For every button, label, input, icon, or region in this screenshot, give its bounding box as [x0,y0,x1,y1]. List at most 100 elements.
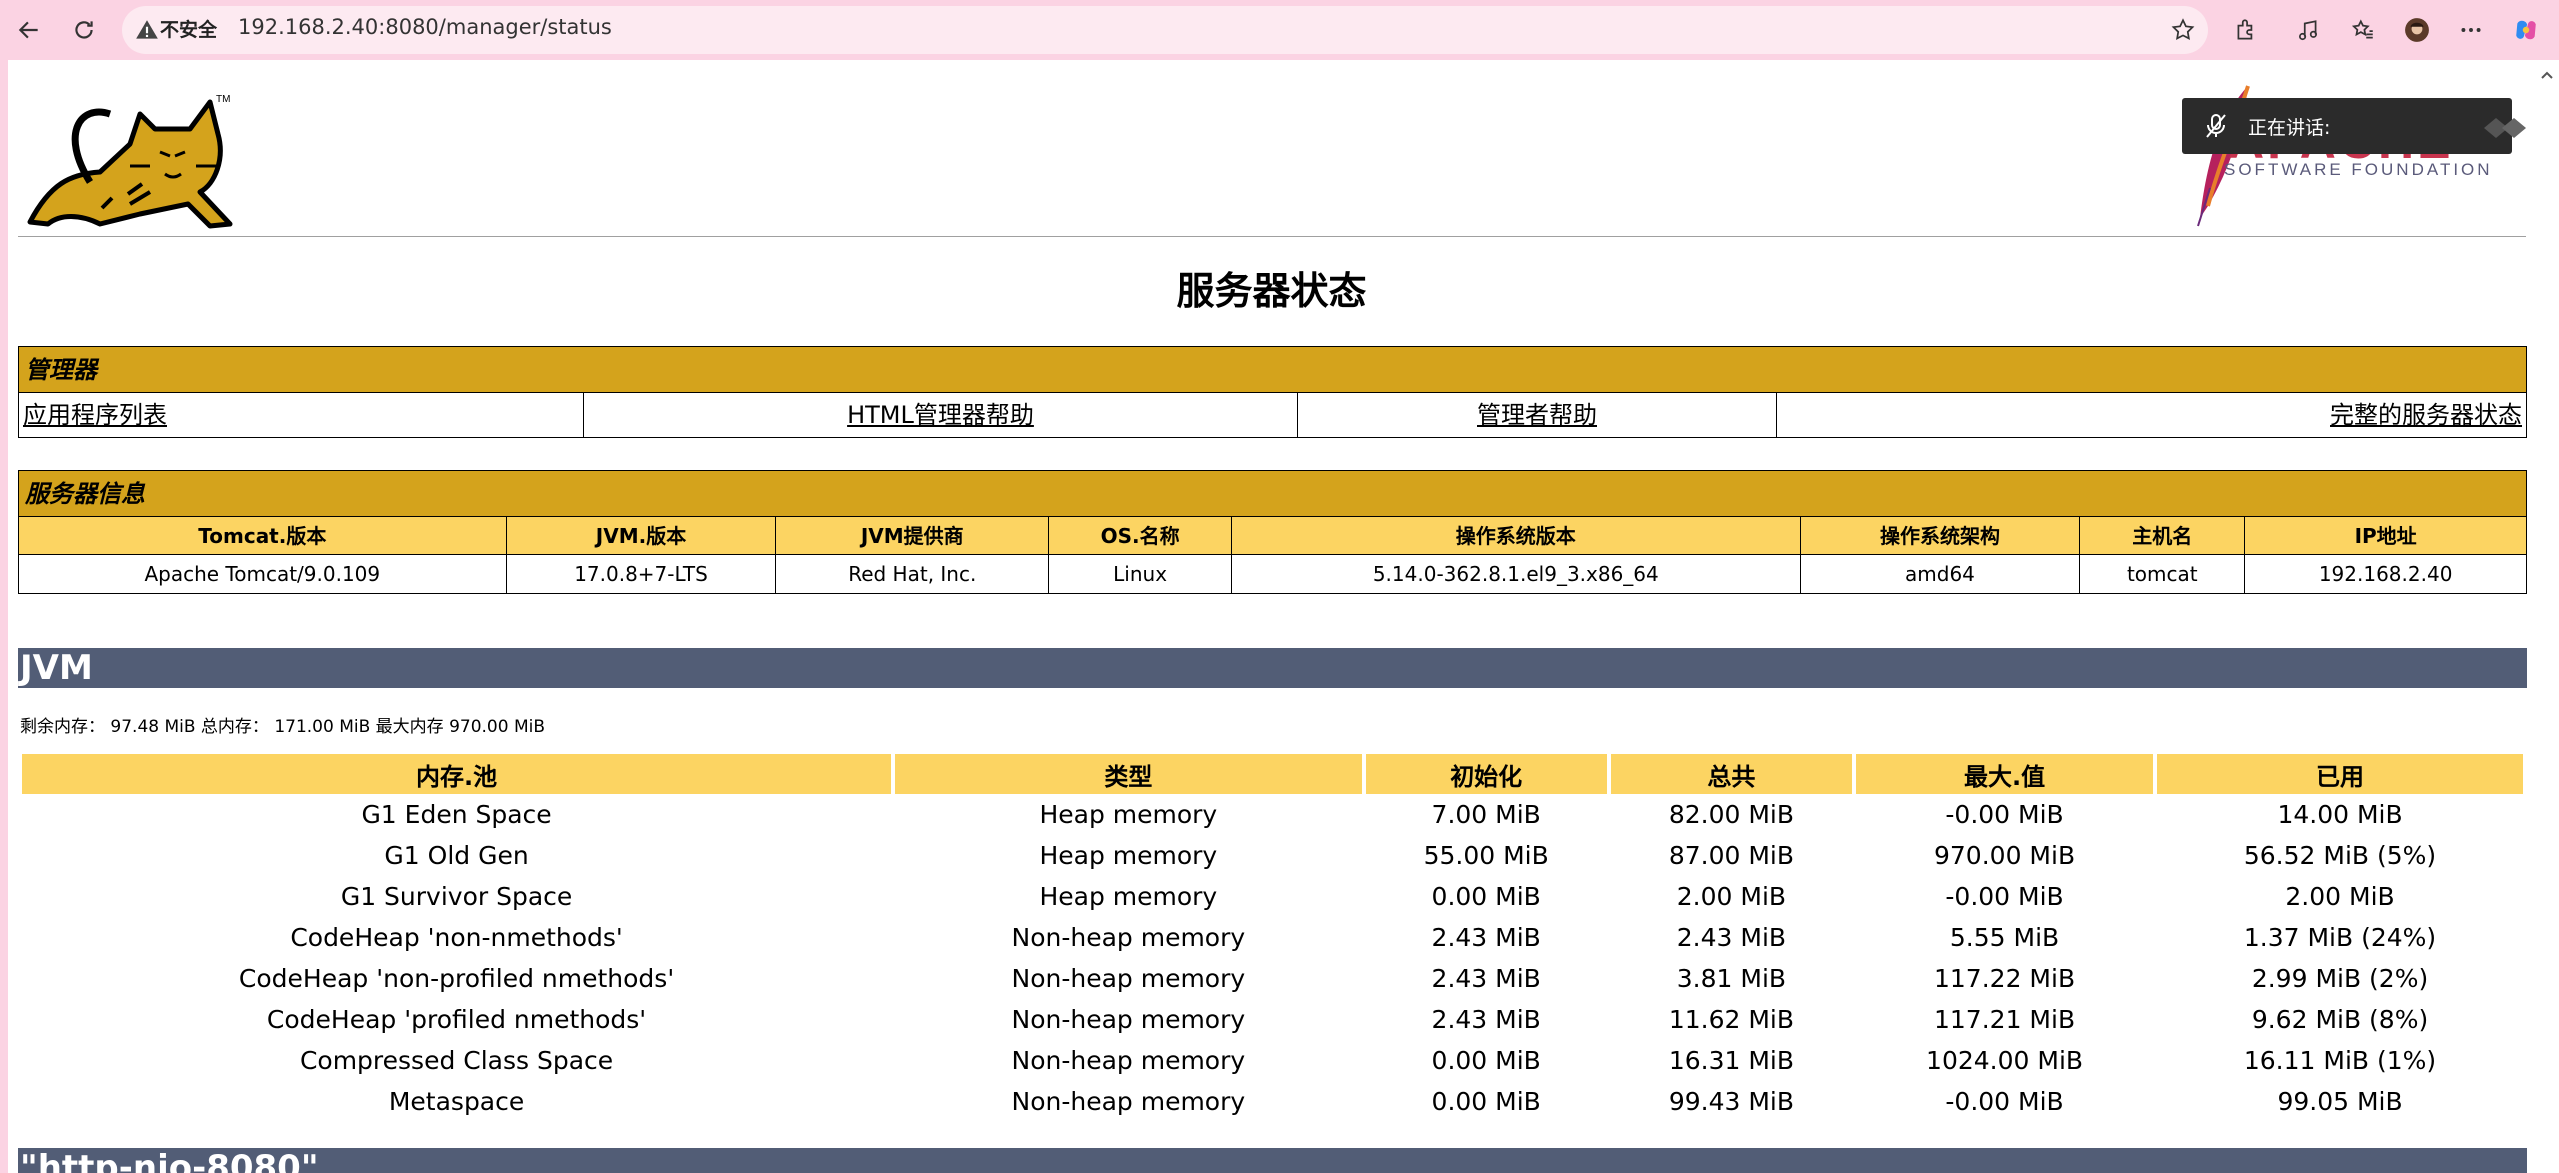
scrollbar[interactable] [2535,60,2559,1173]
jvm-heading: JVM [18,648,2527,688]
pool-used: 16.11 MiB (1%) [2243,1046,2437,1075]
pool-total: 2.00 MiB [1676,882,1787,911]
val-jvm-version: 17.0.8+7-LTS [507,555,777,593]
pool-max: 970.00 MiB [1934,841,2076,870]
val-os-arch: amd64 [1801,555,2081,593]
pool-max: 1024.00 MiB [1926,1046,2084,1075]
back-button[interactable] [8,9,50,51]
val-os-name: Linux [1049,555,1233,593]
manager-link-cell-1: HTML管理器帮助 [584,393,1298,437]
manager-heading: 管理器 [19,347,2526,393]
copilot-button[interactable] [2505,9,2547,51]
pool-name: CodeHeap 'non-profiled nmethods' [238,964,675,993]
link-html-manager-help[interactable]: HTML管理器帮助 [847,401,1034,429]
pool-name: G1 Old Gen [384,841,529,870]
warning-icon[interactable] [134,17,160,43]
pool-initial: 55.00 MiB [1423,841,1549,870]
pool-initial: 0.00 MiB [1431,882,1541,911]
val-jvm-vendor: Red Hat, Inc. [776,555,1050,593]
col-tomcat-version: Tomcat.版本 [19,517,507,555]
manager-link-cell-2: 管理者帮助 [1298,393,1777,437]
speaking-label: 正在讲话: [2248,117,2331,139]
pool-type: Non-heap memory [1011,923,1246,952]
col-ip-address: IP地址 [2245,517,2527,555]
col-maximum: 最大.值 [1856,754,2154,794]
pool-initial: 2.43 MiB [1431,1005,1541,1034]
favorites-button[interactable] [2342,9,2384,51]
pool-max: 117.22 MiB [1934,964,2076,993]
pool-type: Non-heap memory [1011,964,1246,993]
profile-button[interactable] [2396,9,2438,51]
favorite-button[interactable] [2162,9,2204,51]
val-tomcat-version: Apache Tomcat/9.0.109 [19,555,507,593]
col-type: 类型 [895,754,1362,794]
manager-link-cell-3: 完整的服务器状态 [1777,393,2526,437]
col-hostname: 主机名 [2080,517,2246,555]
pool-max: -0.00 MiB [1945,800,2064,829]
pool-total: 3.81 MiB [1676,964,1787,993]
val-hostname: tomcat [2080,555,2246,593]
favorites-icon [2351,19,2373,39]
music-icon [2299,20,2317,41]
pool-name: Metaspace [388,1087,525,1116]
link-app-list[interactable]: 应用程序列表 [23,401,167,429]
memory-summary: 剩余内存： 97.48 MiB 总内存： 171.00 MiB 最大内存 970… [20,717,546,737]
page-title: 服务器状态 [1176,269,1367,313]
puzzle-icon [2237,19,2253,40]
link-complete-server-status[interactable]: 完整的服务器状态 [2330,401,2522,429]
link-manager-help[interactable]: 管理者帮助 [1477,401,1597,429]
pool-type: Heap memory [1039,882,1218,911]
insecure-label[interactable]: 不安全 [160,15,217,42]
pool-total: 82.00 MiB [1668,800,1794,829]
col-os-version: 操作系统版本 [1232,517,1801,555]
val-ip-address: 192.168.2.40 [2318,562,2453,586]
star-icon [2171,18,2195,41]
col-memory-pool: 内存.池 [22,754,892,794]
pool-initial: 0.00 MiB [1431,1087,1541,1116]
tomcat-logo: TM [27,94,233,229]
pool-type: Non-heap memory [1011,1046,1246,1075]
pool-name: CodeHeap 'non-nmethods' [290,923,623,952]
pool-initial: 2.43 MiB [1431,923,1541,952]
memory-pool-table: 内存.池 类型 初始化 总共 最大.值 已用 G1 Eden Space Hea… [18,754,2527,1122]
col-os-name: OS.名称 [1049,517,1233,555]
manager-link-cell-0: 应用程序列表 [19,393,584,437]
audio-level-icon [2484,118,2526,138]
table-row: G1 Old Gen Heap memory 55.00 MiB 87.00 M… [22,835,2523,876]
browser-toolbar: 不安全 192.168.2.40:8080/manager/status [0,0,2559,60]
table-row: Metaspace Non-heap memory 0.00 MiB 99.43… [22,1081,2523,1122]
pool-total: 87.00 MiB [1668,841,1794,870]
pool-name: G1 Survivor Space [340,882,573,911]
server-info-section: 服务器信息 Tomcat.版本 JVM.版本 JVM提供商 OS.名称 操作系统… [18,470,2527,594]
pool-total: 99.43 MiB [1668,1087,1794,1116]
pool-name: Compressed Class Space [299,1046,614,1075]
page-viewport: TM APACHE SOFTWARE FOUNDATION 正在讲话: 服务器状… [8,60,2535,1173]
server-info-heading: 服务器信息 [19,471,2526,517]
more-menu-button[interactable] [2450,9,2492,51]
col-os-arch: 操作系统架构 [1800,517,2081,555]
scroll-up-icon[interactable] [2538,66,2556,84]
reload-button[interactable] [63,9,105,51]
pool-type: Heap memory [1039,800,1218,829]
table-row: CodeHeap 'non-profiled nmethods' Non-hea… [22,958,2523,999]
speaking-indicator[interactable]: 正在讲话: [2182,98,2526,154]
table-row: G1 Survivor Space Heap memory 0.00 MiB 2… [22,876,2523,917]
table-row: G1 Eden Space Heap memory 7.00 MiB 82.00… [22,794,2523,835]
col-jvm-vendor: JVM提供商 [776,517,1050,555]
manager-section: 管理器 应用程序列表 HTML管理器帮助 管理者帮助 完整的服务器状态 [18,346,2527,438]
pool-name: CodeHeap 'profiled nmethods' [266,1005,647,1034]
pool-max: -0.00 MiB [1945,882,2064,911]
col-used: 已用 [2157,754,2523,794]
table-row: Compressed Class Space Non-heap memory 0… [22,1040,2523,1081]
col-jvm-version: JVM.版本 [506,517,777,555]
pool-max: 117.21 MiB [1934,1005,2076,1034]
pool-used: 1.37 MiB (24%) [2243,923,2437,952]
svg-text:TM: TM [216,94,230,105]
reload-icon [75,21,93,39]
extensions-button[interactable] [2225,9,2267,51]
avatar-icon [2405,18,2429,42]
url-text[interactable]: 192.168.2.40:8080/manager/status [238,15,612,39]
header-divider [18,236,2526,237]
pool-name: G1 Eden Space [361,800,552,829]
media-button[interactable] [2287,9,2329,51]
